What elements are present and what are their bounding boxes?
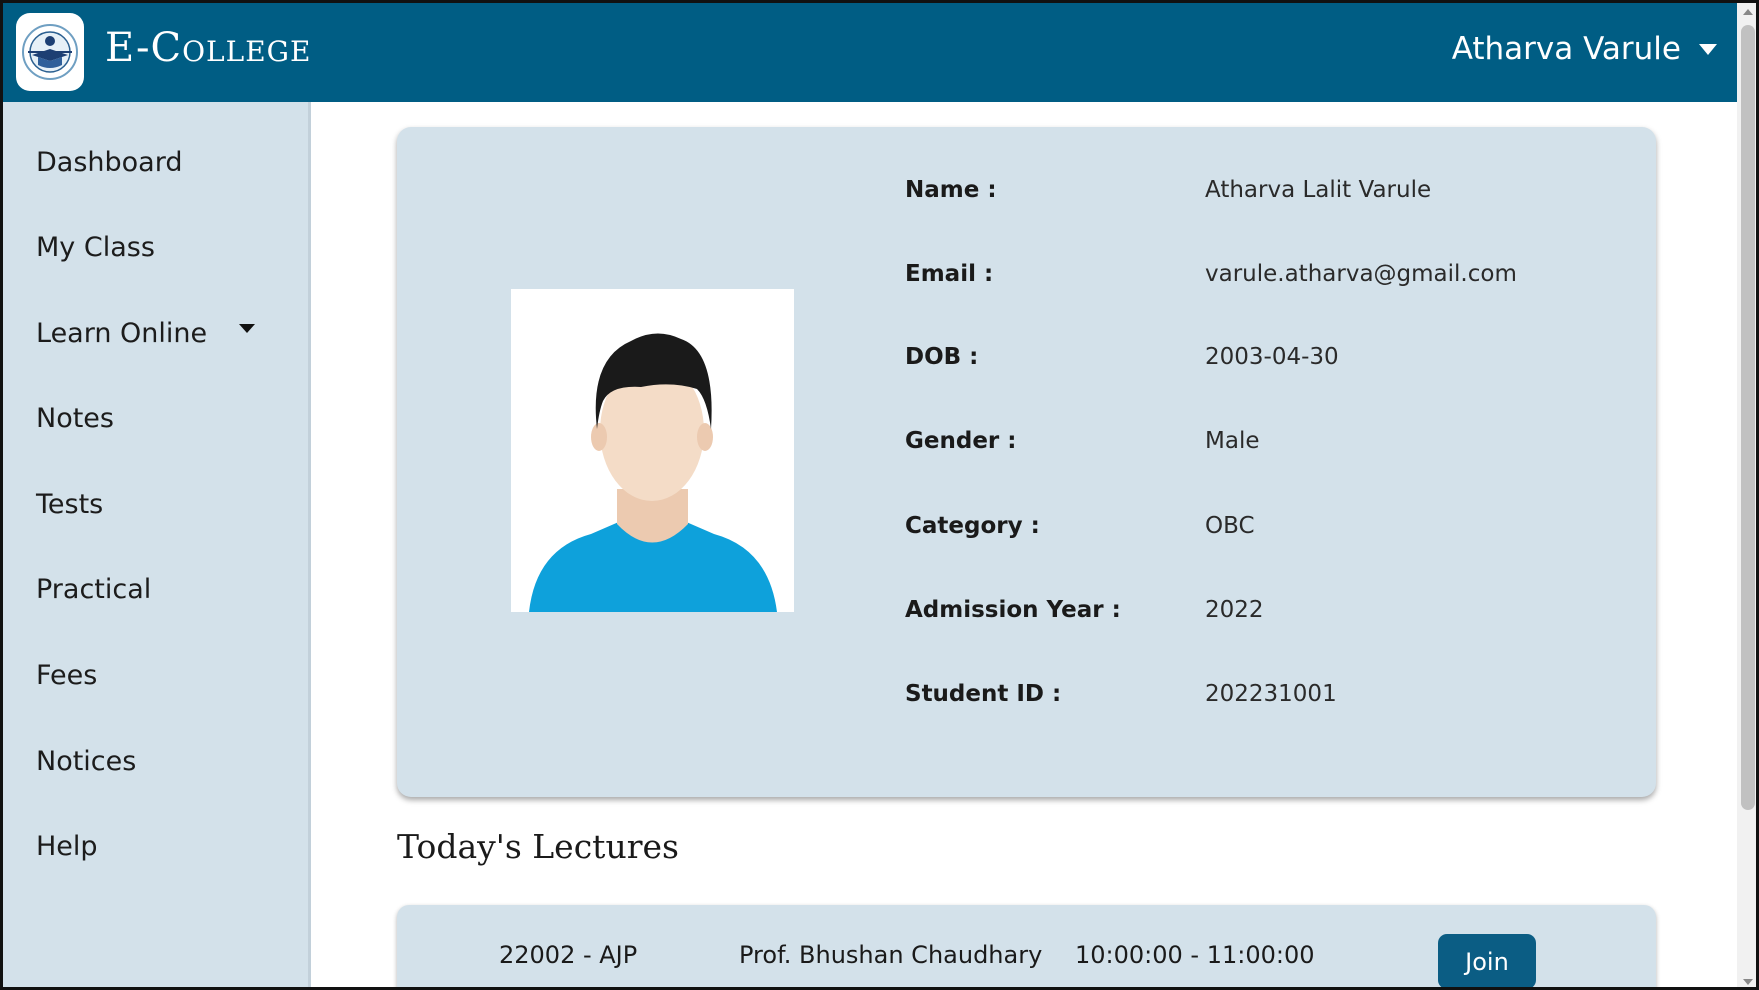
brand-title: E-College	[105, 25, 312, 71]
sidebar-item-my-class[interactable]: My Class	[36, 232, 155, 263]
student-id-value: 202231001	[1205, 681, 1337, 707]
sidebar-item-help[interactable]: Help	[36, 831, 98, 862]
sidebar-item-label: My Class	[36, 232, 155, 263]
admission-year-value: 2022	[1205, 597, 1264, 623]
gender-label: Gender :	[905, 428, 1017, 454]
lecture-subject: 22002 - AJP	[499, 941, 638, 969]
sidebar-item-label: Help	[36, 831, 98, 862]
category-value: OBC	[1205, 513, 1255, 539]
join-button[interactable]: Join	[1438, 934, 1536, 987]
sidebar: Dashboard My Class Learn Online Notes Te…	[3, 102, 311, 987]
name-value: Atharva Lalit Varule	[1205, 177, 1432, 203]
sidebar-item-label: Practical	[36, 574, 152, 605]
top-header: E-College Atharva Varule	[3, 3, 1737, 102]
sidebar-item-fees[interactable]: Fees	[36, 660, 97, 691]
lecture-row: 22002 - AJP Prof. Bhushan Chaudhary 10:0…	[397, 905, 1656, 987]
vertical-scrollbar[interactable]	[1737, 3, 1756, 987]
sidebar-item-label: Tests	[36, 489, 104, 520]
dob-label: DOB :	[905, 344, 979, 370]
admission-year-label: Admission Year :	[905, 597, 1121, 623]
e-college-logo-icon[interactable]	[16, 13, 84, 91]
dob-value: 2003-04-30	[1205, 344, 1339, 370]
profile-card: Name : Atharva Lalit Varule Email : varu…	[397, 127, 1656, 797]
sidebar-item-tests[interactable]: Tests	[36, 489, 103, 520]
chevron-down-icon[interactable]	[239, 324, 255, 333]
sidebar-item-practical[interactable]: Practical	[36, 574, 151, 605]
sidebar-item-label: Notes	[36, 403, 114, 434]
sidebar-item-label: Notices	[36, 746, 137, 777]
scroll-up-icon[interactable]	[1743, 9, 1753, 15]
section-title: Today's Lectures	[397, 827, 679, 866]
category-label: Category :	[905, 513, 1040, 539]
user-avatar-icon	[511, 289, 794, 612]
scrollbar-thumb[interactable]	[1741, 25, 1755, 810]
email-value: varule.atharva@gmail.com	[1205, 261, 1517, 287]
sidebar-item-learn-online[interactable]: Learn Online	[36, 318, 207, 349]
lecture-teacher: Prof. Bhushan Chaudhary	[739, 941, 1043, 969]
sidebar-item-label: Fees	[36, 660, 98, 691]
lecture-time: 10:00:00 - 11:00:00	[1075, 941, 1315, 969]
user-name: Atharva Varule	[1451, 31, 1681, 67]
sidebar-item-notices[interactable]: Notices	[36, 746, 136, 777]
student-id-label: Student ID :	[905, 681, 1062, 707]
sidebar-item-dashboard[interactable]: Dashboard	[36, 147, 182, 178]
gender-value: Male	[1205, 428, 1260, 454]
name-label: Name :	[905, 177, 997, 203]
chevron-down-icon	[1699, 43, 1717, 55]
email-label: Email :	[905, 261, 994, 287]
scroll-down-icon[interactable]	[1743, 979, 1753, 985]
sidebar-item-label: Learn Online	[36, 318, 208, 349]
sidebar-item-label: Dashboard	[36, 147, 183, 178]
user-menu[interactable]: Atharva Varule	[1452, 31, 1717, 67]
sidebar-item-notes[interactable]: Notes	[36, 403, 114, 434]
app-window: E-College Atharva Varule Dashboard My Cl…	[0, 0, 1759, 990]
